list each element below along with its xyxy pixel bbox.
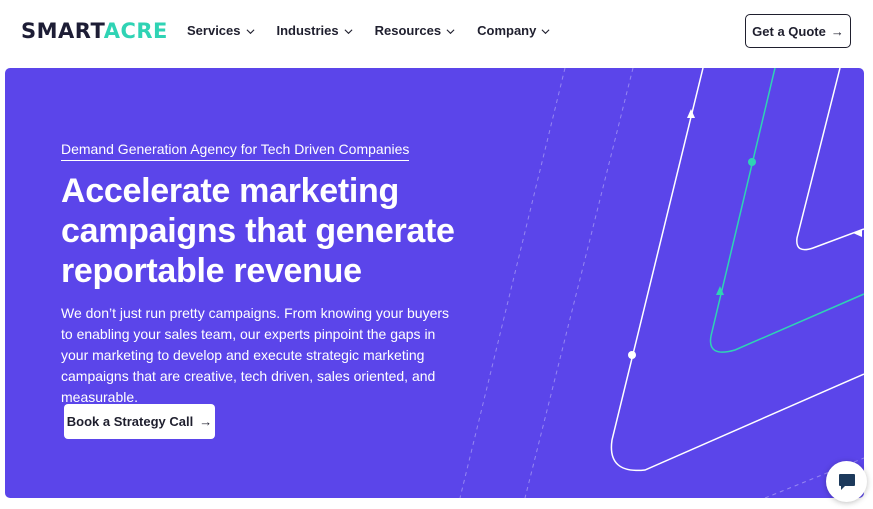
node-marker [628, 351, 636, 359]
white-path-inner [796, 68, 864, 251]
teal-path [709, 68, 864, 353]
node-marker [748, 158, 756, 166]
nav-item-company[interactable]: Company [477, 23, 550, 39]
chevron-down-icon [446, 28, 455, 34]
chat-button[interactable] [826, 461, 867, 502]
nav-item-services[interactable]: Services [187, 23, 255, 39]
get-a-quote-button[interactable]: Get a Quote → [745, 14, 851, 48]
chevron-down-icon [246, 28, 254, 34]
hero-eyebrow: Demand Generation Agency for Tech Driven… [61, 141, 410, 161]
hero-body-text: We don’t just run pretty campaigns. From… [61, 305, 450, 405]
smartacre-logo[interactable]: SMARTACRE [21, 19, 168, 43]
nav-label: Services [187, 23, 241, 38]
chat-icon [838, 473, 855, 490]
cta-label: Book a Strategy Call [66, 414, 194, 429]
nav-label: Resources [374, 23, 442, 38]
book-strategy-call-button[interactable]: Book a Strategy Call → [64, 404, 215, 439]
nav-label: Company [477, 23, 537, 38]
hero-headline: Accelerate marketing campaigns that gene… [61, 172, 455, 290]
arrow-marker [687, 109, 695, 118]
arrow-marker [853, 229, 862, 237]
chevron-down-icon [541, 28, 550, 34]
arrow-right-icon: → [199, 414, 213, 429]
white-path-outer [610, 68, 864, 472]
hero-section: Demand Generation Agency for Tech Driven… [5, 68, 864, 498]
arrow-right-icon: → [830, 23, 844, 39]
nav-label: Industries [276, 23, 339, 38]
dashed-line [524, 68, 634, 498]
chevron-down-icon [344, 28, 353, 34]
site-header: SMARTACRE Services Industries Resources … [0, 0, 873, 64]
quote-button-label: Get a Quote [752, 23, 826, 39]
nav-item-industries[interactable]: Industries [277, 23, 353, 39]
main-nav: Services Industries Resources Company [187, 23, 572, 39]
logo-text-smart: SMART [21, 19, 104, 43]
nav-item-resources[interactable]: Resources [375, 23, 455, 39]
logo-text-acre: ACRE [103, 19, 168, 43]
